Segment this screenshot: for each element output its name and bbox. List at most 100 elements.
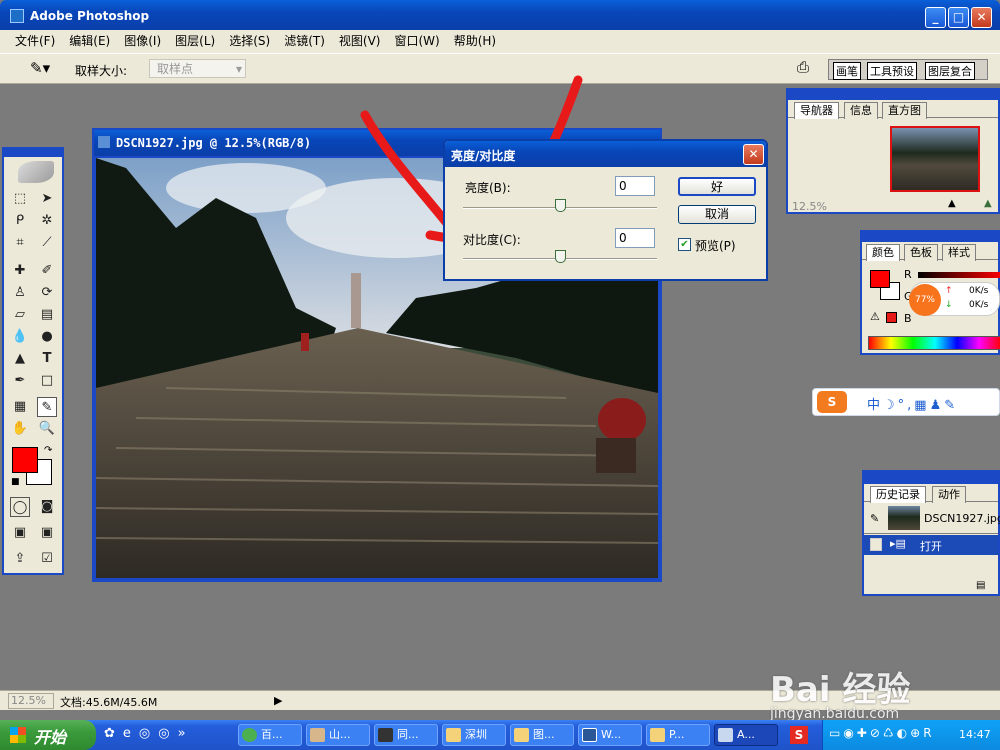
foreground-color-swatch[interactable] — [12, 447, 38, 473]
dodge-tool-icon[interactable]: ● — [37, 327, 57, 347]
contrast-slider-thumb[interactable] — [555, 250, 566, 263]
tab-history[interactable]: 历史记录 — [870, 486, 926, 503]
history-brush-icon[interactable]: ⟳ — [37, 283, 57, 303]
taskbar-item-6[interactable]: W... — [578, 724, 642, 746]
zoom-in-icon[interactable]: ▲ — [984, 198, 992, 209]
menu-file[interactable]: 文件(F) — [8, 30, 62, 52]
tray-icons[interactable]: ▭◉✚⊘♺◐⊕R — [829, 726, 935, 740]
menu-filter[interactable]: 滤镜(T) — [277, 30, 332, 52]
status-zoom[interactable]: 12.5% — [8, 693, 54, 709]
menu-select[interactable]: 选择(S) — [222, 30, 277, 52]
cancel-button[interactable]: 取消 — [678, 205, 756, 224]
menu-edit[interactable]: 编辑(E) — [62, 30, 117, 52]
quicklaunch-icons[interactable]: ✿e◎◎» — [104, 726, 194, 741]
move-tool-icon[interactable]: ➤ — [37, 189, 57, 209]
shape-tool-icon[interactable]: □ — [37, 371, 57, 391]
menu-window[interactable]: 窗口(W) — [387, 30, 446, 52]
ok-button[interactable]: 好 — [678, 177, 756, 196]
warning-icon[interactable]: ⚠ — [870, 310, 880, 323]
color-fg-swatch[interactable] — [870, 270, 890, 288]
hand-tool-icon[interactable]: ✋ — [10, 419, 30, 439]
quick-mask-icon[interactable]: ◙ — [37, 497, 57, 517]
brush-tool-icon[interactable]: ✐ — [37, 261, 57, 281]
taskbar-item-3[interactable]: 同... — [374, 724, 438, 746]
spectrum-bar[interactable] — [868, 336, 1000, 350]
tab-navigator[interactable]: 导航器 — [794, 102, 839, 119]
eyedropper-tool-icon[interactable]: ✎ — [37, 397, 57, 417]
history-snapshot-row[interactable]: ✎ DSCN1927.jpg — [864, 504, 1000, 534]
history-menu-icon[interactable]: ▤ — [976, 580, 985, 591]
web-color-swatch[interactable] — [886, 312, 897, 323]
menu-help[interactable]: 帮助(H) — [447, 30, 503, 52]
navigator-thumbnail[interactable] — [890, 126, 980, 192]
blur-tool-icon[interactable]: 💧 — [10, 327, 30, 347]
lasso-tool-icon[interactable]: ᑭ — [10, 211, 30, 231]
well-tab-layer-comps[interactable]: 图层复合 — [925, 62, 975, 80]
history-step-row[interactable]: ▸▤ 打开 — [864, 535, 998, 555]
zoom-out-icon[interactable]: ▲ — [948, 198, 956, 209]
standard-mode-icon[interactable]: ◯ — [10, 497, 30, 517]
eraser-tool-icon[interactable]: ▱ — [10, 305, 30, 325]
close-button[interactable]: ✕ — [971, 7, 992, 28]
clock[interactable]: 14:47 — [959, 728, 991, 741]
snapshot-brush-icon[interactable]: ✎ — [870, 512, 879, 525]
swap-colors-icon[interactable]: ↷ — [44, 445, 52, 456]
screen-mode-icon[interactable]: ▣ — [10, 523, 30, 543]
eyedropper-icon[interactable]: ✎▾ — [30, 59, 50, 77]
tab-histogram[interactable]: 直方图 — [882, 102, 927, 119]
windows-logo-icon — [10, 727, 26, 743]
minimize-button[interactable]: _ — [925, 7, 946, 28]
sogou-tray-icon[interactable]: S — [790, 726, 808, 744]
tab-actions[interactable]: 动作 — [932, 486, 966, 503]
tab-styles[interactable]: 样式 — [942, 244, 976, 261]
tab-color[interactable]: 颜色 — [866, 244, 900, 261]
ime-mode-icon[interactable]: 中☽°,▦♟✎ — [867, 394, 958, 413]
well-tab-tool-presets[interactable]: 工具预设 — [867, 62, 917, 80]
ime-toolbar: S 中☽°,▦♟✎ — [812, 388, 1000, 416]
contrast-label: 对比度(C): — [463, 233, 521, 247]
taskbar-item-1[interactable]: 百... — [238, 724, 302, 746]
well-tab-brushes[interactable]: 画笔 — [833, 62, 861, 80]
menu-image[interactable]: 图像(I) — [117, 30, 168, 52]
taskbar-item-5[interactable]: 图... — [510, 724, 574, 746]
checkbox-jump-icon[interactable]: ☑ — [37, 549, 57, 569]
marquee-tool-icon[interactable]: ⬚ — [10, 189, 30, 209]
taskbar-item-8[interactable]: A... — [714, 724, 778, 746]
taskbar-item-7[interactable]: P... — [646, 724, 710, 746]
pen-tool-icon[interactable]: ✒ — [10, 371, 30, 391]
slice-tool-icon[interactable]: ⟋ — [37, 233, 57, 253]
contrast-input[interactable]: 0 — [615, 228, 655, 248]
file-browser-icon[interactable]: ⎙ — [797, 58, 817, 78]
taskbar-item-2[interactable]: 山... — [306, 724, 370, 746]
healing-brush-icon[interactable]: ✚ — [10, 261, 30, 281]
taskbar-item-4[interactable]: 深圳 — [442, 724, 506, 746]
crop-tool-icon[interactable]: ⌗ — [10, 233, 30, 253]
tab-swatches[interactable]: 色板 — [904, 244, 938, 261]
notes-tool-icon[interactable]: ▦ — [10, 397, 30, 417]
menu-layer[interactable]: 图层(L) — [168, 30, 222, 52]
maximize-button[interactable]: □ — [948, 7, 969, 28]
dialog-close-button[interactable]: ✕ — [743, 144, 764, 165]
imageready-jump-icon[interactable]: ⇪ — [10, 549, 30, 569]
sample-size-select[interactable]: 取样点 ▾ — [149, 59, 246, 78]
gradient-tool-icon[interactable]: ▤ — [37, 305, 57, 325]
magic-wand-icon[interactable]: ✲ — [37, 211, 57, 231]
path-select-icon[interactable]: ▲ — [10, 349, 30, 369]
menu-view[interactable]: 视图(V) — [332, 30, 388, 52]
brightness-input[interactable]: 0 — [615, 176, 655, 196]
stamp-tool-icon[interactable]: ♙ — [10, 283, 30, 303]
r-slider[interactable] — [918, 272, 1000, 278]
start-label: 开始 — [34, 728, 67, 747]
default-colors-icon[interactable]: ■ — [11, 477, 20, 487]
type-tool-icon[interactable]: T — [37, 349, 57, 369]
start-button[interactable]: 开始 — [0, 720, 96, 750]
navigator-zoom[interactable]: 12.5% — [792, 200, 827, 213]
sogou-logo-icon[interactable]: S — [817, 391, 847, 413]
status-menu-arrow-icon[interactable]: ▶ — [274, 694, 282, 707]
history-state-checkbox[interactable] — [870, 538, 882, 551]
tab-info[interactable]: 信息 — [844, 102, 878, 119]
brightness-slider-thumb[interactable] — [555, 199, 566, 212]
full-screen-icon[interactable]: ▣ — [37, 523, 57, 543]
preview-checkbox[interactable]: ✔ — [678, 238, 691, 251]
zoom-tool-icon[interactable]: 🔍 — [37, 419, 57, 439]
